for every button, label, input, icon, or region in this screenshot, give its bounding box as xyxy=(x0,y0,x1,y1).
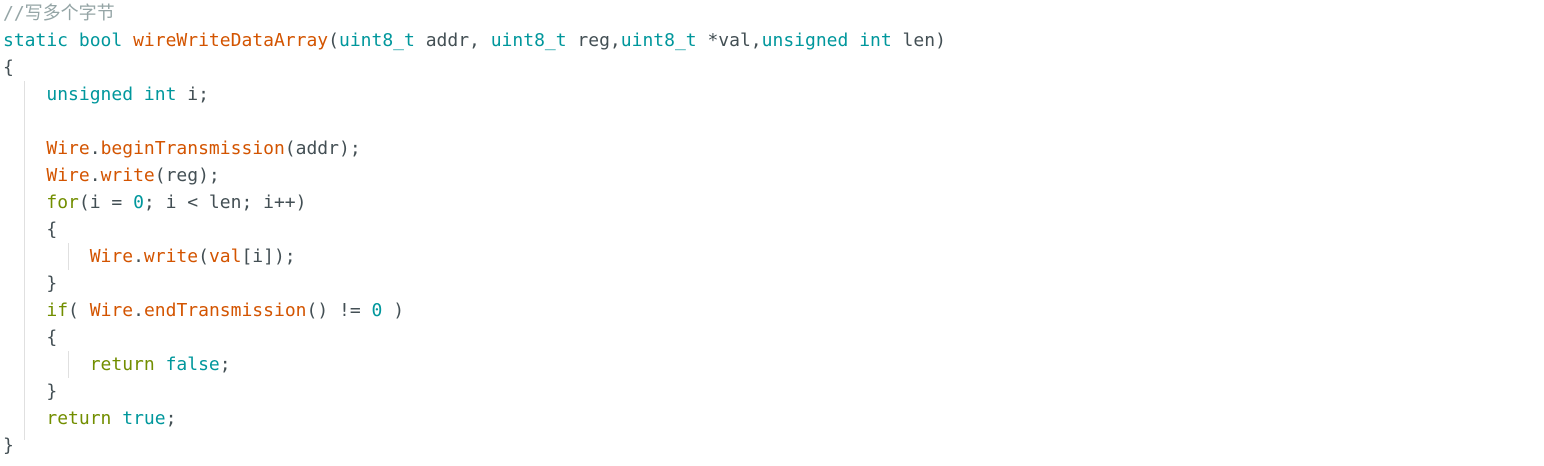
code-token-text: . xyxy=(133,246,144,267)
code-token-keyword: uint8_t xyxy=(620,30,697,51)
code-token-text: ; xyxy=(219,354,231,375)
code-token-keyword: 0 xyxy=(133,192,144,213)
code-line[interactable]: { xyxy=(3,324,946,351)
code-token-text: ; i < len; i++) xyxy=(143,192,307,213)
code-token-function: write xyxy=(143,246,199,267)
code-token-text: ( xyxy=(68,300,90,321)
code-token-text: { xyxy=(3,219,58,240)
code-token-text: () != xyxy=(306,300,372,321)
code-token-keyword: int xyxy=(859,30,892,51)
code-token-text: [i]); xyxy=(241,246,296,267)
code-line[interactable] xyxy=(3,108,946,135)
code-token-text: reg, xyxy=(566,30,621,51)
code-token-function: write xyxy=(100,165,155,186)
code-line[interactable]: { xyxy=(3,216,946,243)
code-token-text: len) xyxy=(891,30,946,51)
code-token-text: } xyxy=(3,381,58,402)
code-token-keyword: static xyxy=(3,30,69,51)
code-token-text: (i = xyxy=(78,192,134,213)
code-token-text: } xyxy=(3,273,58,294)
code-line[interactable]: //写多个字节 xyxy=(3,0,946,27)
code-token-keyword: uint8_t xyxy=(339,30,415,51)
code-token-text: { xyxy=(3,327,58,348)
code-token-text: . xyxy=(89,138,101,159)
code-token-text: . xyxy=(89,165,101,186)
code-line[interactable]: Wire.write(val[i]); xyxy=(3,243,946,270)
code-token-keyword: bool xyxy=(78,30,123,51)
code-token-comment: //写多个字节 xyxy=(3,3,115,24)
code-token-text: { xyxy=(3,57,14,78)
code-line[interactable]: if( Wire.endTransmission() != 0 ) xyxy=(3,297,946,324)
code-token-text: (addr); xyxy=(284,138,361,159)
code-token-text: . xyxy=(133,300,144,321)
code-token-keyword: unsigned xyxy=(46,84,134,105)
code-editor[interactable]: //写多个字节 static bool wireWriteDataArray(ui… xyxy=(0,0,1544,466)
code-token-control: if xyxy=(46,300,69,321)
code-token-text: (reg); xyxy=(154,165,220,186)
code-token-keyword: false xyxy=(165,354,220,375)
code-token-text: ( xyxy=(198,246,209,267)
code-token-function: val xyxy=(208,246,242,267)
code-token-text: addr, xyxy=(414,30,491,51)
code-token-text: ; xyxy=(165,408,177,429)
code-line[interactable]: return true; xyxy=(3,405,946,432)
code-line[interactable]: for(i = 0; i < len; i++) xyxy=(3,189,946,216)
code-token-function: beginTransmission xyxy=(100,138,285,159)
code-line[interactable]: Wire.beginTransmission(addr); xyxy=(3,135,946,162)
code-line[interactable]: { xyxy=(3,54,946,81)
code-token-function: Wire xyxy=(46,165,90,186)
code-token-control: return xyxy=(89,354,155,375)
code-line[interactable]: } xyxy=(3,378,946,405)
code-line[interactable]: Wire.write(reg); xyxy=(3,162,946,189)
code-block[interactable]: //写多个字节 static bool wireWriteDataArray(ui… xyxy=(3,0,946,459)
code-token-function: Wire xyxy=(89,246,134,267)
code-line[interactable]: unsigned int i; xyxy=(3,81,946,108)
code-token-keyword: int xyxy=(143,84,177,105)
code-token-function: wireWriteDataArray xyxy=(133,30,329,51)
code-token-text: ) xyxy=(382,300,405,321)
code-token-control: return xyxy=(46,408,112,429)
code-token-function: Wire xyxy=(46,138,90,159)
code-token-keyword: unsigned xyxy=(761,30,849,51)
code-token-text: *val, xyxy=(696,30,762,51)
code-token-keyword: uint8_t xyxy=(490,30,567,51)
code-token-text: ( xyxy=(328,30,339,51)
code-line[interactable]: } xyxy=(3,432,946,459)
code-token-text: i; xyxy=(176,84,209,105)
code-token-keyword: true xyxy=(122,408,166,429)
code-token-text: } xyxy=(3,435,14,456)
code-token-function: endTransmission xyxy=(143,300,307,321)
code-token-function: Wire xyxy=(89,300,134,321)
code-line[interactable]: static bool wireWriteDataArray(uint8_t a… xyxy=(3,27,946,54)
code-token-keyword: 0 xyxy=(371,300,383,321)
code-token-control: for xyxy=(46,192,79,213)
code-line[interactable]: } xyxy=(3,270,946,297)
code-line[interactable]: return false; xyxy=(3,351,946,378)
